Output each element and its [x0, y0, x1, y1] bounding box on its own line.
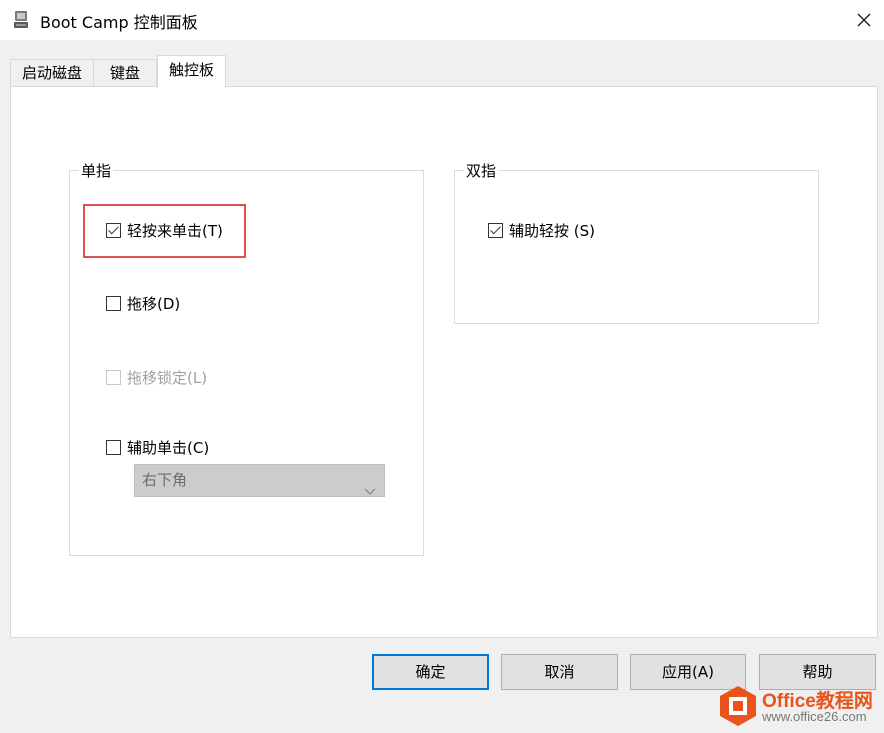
tab-keyboard[interactable]: 键盘	[93, 59, 157, 87]
watermark: Office教程网 www.office26.com	[718, 683, 884, 729]
drag-lock-checkbox: 拖移锁定(L)	[106, 366, 207, 388]
close-button[interactable]	[844, 0, 884, 40]
close-icon	[857, 13, 871, 27]
secondary-click-label: 辅助单击(C)	[127, 438, 210, 457]
secondary-click-corner-select: 右下角	[134, 464, 385, 497]
title-bar: Boot Camp 控制面板	[0, 0, 884, 40]
tab-label: 启动磁盘	[21, 64, 82, 82]
checkbox-box	[106, 369, 121, 385]
dragging-label: 拖移(D)	[127, 294, 181, 313]
select-value: 右下角	[142, 471, 188, 489]
tab-trackpad[interactable]: 触控板	[157, 55, 226, 88]
checkbox-box	[106, 222, 121, 238]
tap-to-click-label: 轻按来单击(T)	[127, 221, 223, 240]
single-finger-title: 单指	[79, 160, 114, 181]
drag-lock-label: 拖移锁定(L)	[127, 368, 208, 387]
dragging-checkbox[interactable]: 拖移(D)	[106, 292, 180, 314]
secondary-tap-label: 辅助轻按 (S)	[509, 221, 595, 240]
apply-button-label: 应用(A)	[662, 663, 714, 681]
cancel-button-label: 取消	[544, 663, 575, 681]
secondary-click-checkbox[interactable]: 辅助单击(C)	[106, 436, 209, 458]
tap-to-click-checkbox[interactable]: 轻按来单击(T)	[106, 219, 223, 241]
boot-camp-icon	[13, 10, 29, 30]
checkbox-box	[488, 222, 503, 238]
tab-label: 键盘	[109, 64, 140, 82]
ok-button[interactable]: 确定	[372, 654, 489, 690]
two-finger-group: 双指	[454, 160, 819, 324]
trackpad-panel: 单指 双指	[10, 86, 878, 638]
checkbox-box	[106, 295, 121, 311]
secondary-tap-checkbox[interactable]: 辅助轻按 (S)	[488, 219, 595, 241]
cancel-button[interactable]: 取消	[501, 654, 618, 690]
tab-label: 触控板	[168, 61, 214, 79]
window-title: Boot Camp 控制面板	[40, 13, 198, 32]
watermark-url: www.office26.com	[762, 709, 867, 724]
chevron-down-icon	[364, 476, 376, 507]
tab-startup-disk[interactable]: 启动磁盘	[10, 59, 94, 87]
help-button-label: 帮助	[802, 663, 833, 681]
two-finger-title: 双指	[464, 160, 499, 181]
checkbox-box	[106, 439, 121, 455]
ok-button-label: 确定	[415, 663, 446, 681]
office-logo-icon	[718, 685, 758, 727]
boot-camp-window: Boot Camp 控制面板 启动磁盘 键盘 触控板 单指 双指 轻按来单击(T…	[0, 0, 884, 733]
